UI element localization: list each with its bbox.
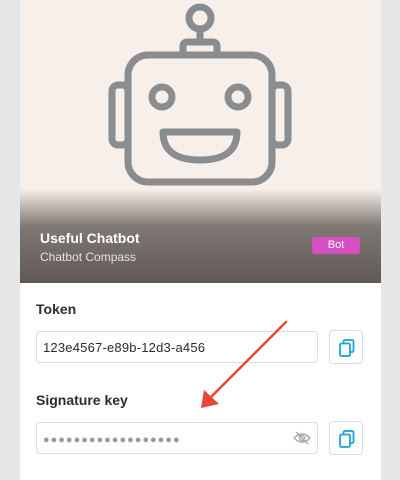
bot-name: Useful Chatbot [40, 230, 140, 246]
token-value: 123e4567-e89b-12d3-a456 [43, 340, 206, 355]
bot-badge: Bot [312, 237, 360, 254]
copy-signature-key-button[interactable] [329, 421, 363, 455]
copy-icon [339, 339, 355, 357]
token-label: Token [36, 301, 77, 317]
copy-token-button[interactable] [329, 330, 363, 364]
eye-slash-icon[interactable] [293, 431, 311, 445]
signature-key-label: Signature key [36, 392, 128, 408]
signature-masked-value: ●●●●●●●●●●●●●●●●●● [43, 434, 181, 446]
token-field[interactable]: 123e4567-e89b-12d3-a456 [36, 331, 318, 363]
bot-subtitle: Chatbot Compass [40, 250, 137, 264]
signature-key-field[interactable]: ●●●●●●●●●●●●●●●●●● [36, 422, 318, 454]
bot-card: Useful Chatbot Chatbot Compass Bot Token… [20, 0, 381, 480]
copy-icon [339, 430, 355, 448]
bot-hero: Useful Chatbot Chatbot Compass Bot [20, 0, 381, 283]
